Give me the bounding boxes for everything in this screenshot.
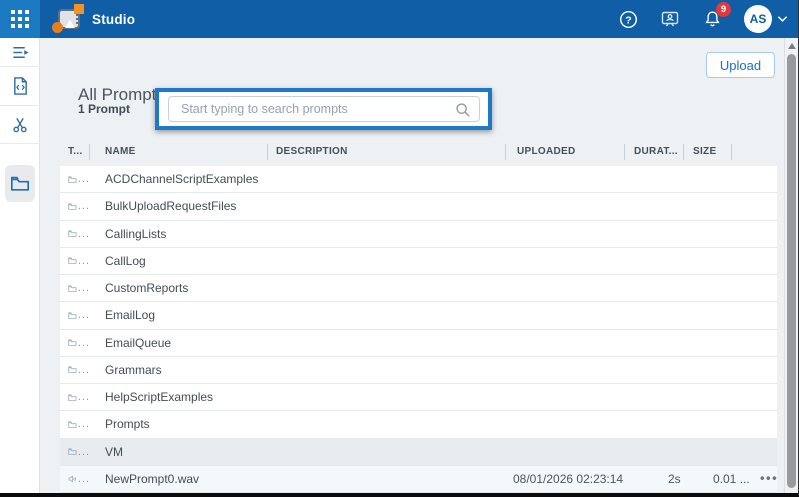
audio-speaker-icon — [68, 472, 77, 486]
row-name: ACDChannelScriptExamples — [90, 172, 258, 186]
folder-icon — [68, 363, 77, 376]
row-name: Grammars — [90, 363, 162, 377]
table-row[interactable]: ... EmailLog — [60, 302, 777, 329]
notification-count-badge: 9 — [716, 2, 731, 17]
table-row[interactable]: ... CustomReports — [60, 275, 777, 302]
column-size[interactable]: SIZE — [684, 144, 732, 160]
column-name[interactable]: NAME — [90, 144, 268, 160]
table-row[interactable]: ... VM — [60, 439, 777, 466]
search-highlight-callout — [155, 88, 492, 130]
row-name: CallingLists — [90, 227, 166, 241]
table-row[interactable]: ... CallLog — [60, 248, 777, 275]
table-row[interactable]: ... Grammars — [60, 357, 777, 384]
active-nav-tile — [5, 165, 35, 202]
row-name: CustomReports — [90, 281, 188, 295]
table-row[interactable]: ... CallingLists — [60, 221, 777, 248]
scissors-icon — [11, 115, 29, 134]
column-type[interactable]: T... — [60, 144, 90, 160]
search-icon — [455, 102, 471, 118]
studio-logo-icon — [56, 7, 82, 31]
table-row[interactable]: ... EmailQueue — [60, 330, 777, 357]
row-actions-menu-icon[interactable]: ••• — [760, 470, 778, 485]
row-name: EmailQueue — [90, 336, 171, 350]
sidebar-item-snippets[interactable] — [0, 106, 40, 144]
upload-button[interactable]: Upload — [706, 52, 775, 78]
table-row[interactable]: ... ACDChannelScriptExamples — [60, 166, 777, 193]
folder-icon — [68, 445, 77, 458]
folder-icon — [68, 418, 77, 431]
row-name: NewPrompt0.wav — [90, 472, 199, 486]
prompts-table: T... NAME DESCRIPTION UPLOADED DURAT... … — [60, 138, 777, 493]
row-uploaded: 08/01/2026 02:23:14 — [513, 472, 623, 486]
row-name: CallLog — [90, 254, 146, 268]
screen-share-icon[interactable] — [660, 9, 680, 29]
main-content: All Prompts Upload 1 Prompt T... NAME DE… — [40, 38, 799, 493]
row-name: HelpScriptExamples — [90, 390, 213, 404]
table-row[interactable]: ... NewPrompt0.wav 08/01/2026 02:23:14 2… — [60, 466, 777, 493]
search-box — [168, 96, 480, 122]
column-duration[interactable]: DURAT... — [625, 144, 684, 160]
folder-icon — [68, 173, 77, 186]
help-icon[interactable]: ? — [618, 9, 638, 29]
column-uploaded[interactable]: UPLOADED — [506, 144, 625, 160]
folder-icon — [68, 227, 77, 240]
table-body: ... ACDChannelScriptExamples ... BulkUpl… — [60, 166, 777, 493]
sidebar-item-prompts[interactable] — [0, 144, 40, 210]
table-row[interactable]: ... Prompts — [60, 411, 777, 438]
row-duration: 2s — [668, 472, 681, 486]
row-name: BulkUploadRequestFiles — [90, 199, 236, 213]
notifications-bell-icon[interactable]: 9 — [702, 9, 722, 29]
scrollbar-up-arrow-icon[interactable] — [788, 43, 796, 49]
row-size: 0.01 ... — [713, 472, 753, 486]
folder-icon — [68, 282, 77, 295]
search-input[interactable] — [169, 97, 479, 121]
row-name: VM — [90, 445, 123, 459]
table-row[interactable]: ... HelpScriptExamples — [60, 384, 777, 411]
sidebar-item-script-files[interactable] — [0, 67, 40, 106]
sidebar-item-scripts[interactable] — [0, 38, 40, 67]
column-description[interactable]: DESCRIPTION — [268, 144, 506, 160]
scrollbar-thumb[interactable] — [787, 54, 796, 488]
chevron-down-icon[interactable] — [777, 15, 788, 23]
prompt-count-label: 1 Prompt — [78, 102, 130, 116]
folder-icon — [68, 254, 77, 267]
row-name: EmailLog — [90, 308, 155, 322]
svg-text:?: ? — [625, 15, 631, 26]
script-list-icon — [11, 44, 30, 61]
folder-nav-icon — [10, 175, 30, 192]
app-title: Studio — [92, 12, 135, 27]
code-file-icon — [12, 76, 29, 96]
row-name: Prompts — [90, 417, 150, 431]
folder-icon — [68, 200, 77, 213]
top-bar: Studio ? 9 AS — [0, 0, 798, 38]
table-row[interactable]: ... BulkUploadRequestFiles — [60, 193, 777, 220]
folder-icon — [68, 336, 77, 349]
vertical-scrollbar — [784, 38, 798, 493]
folder-icon — [68, 309, 77, 322]
folder-icon — [68, 391, 77, 404]
table-header: T... NAME DESCRIPTION UPLOADED DURAT... … — [60, 138, 777, 166]
column-actions — [732, 144, 777, 160]
left-sidebar — [0, 38, 40, 493]
app-launcher-icon[interactable] — [0, 0, 40, 38]
user-avatar[interactable]: AS — [744, 5, 772, 33]
